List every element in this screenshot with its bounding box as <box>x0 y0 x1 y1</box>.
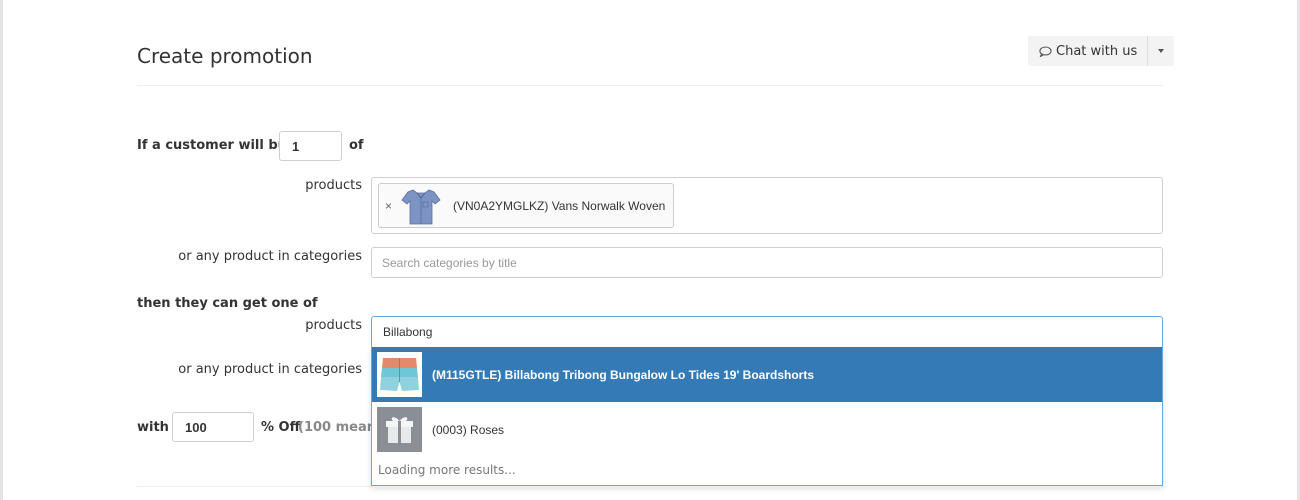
chip-remove-button[interactable]: × <box>385 199 395 213</box>
buy-products-label: products <box>305 178 362 193</box>
gift-icon <box>377 407 422 452</box>
buy-lead-label: If a customer will buy <box>137 138 296 153</box>
result-option-boardshorts[interactable]: (M115GTLE) Billabong Tribong Bungalow Lo… <box>372 347 1162 402</box>
get-categories-label: or any product in categories <box>178 362 362 377</box>
buy-products-select[interactable]: × (VN0A2YMGLKZ) Vans Norwalk Woven <box>371 177 1163 234</box>
selected-product-label: (VN0A2YMGLKZ) Vans Norwalk Woven <box>453 198 666 213</box>
of-label: of <box>349 138 364 153</box>
boardshorts-thumbnail-icon <box>377 352 422 397</box>
window-left-border <box>0 0 3 500</box>
speech-bubble-icon <box>1039 45 1052 57</box>
loading-more-results: Loading more results... <box>378 463 516 477</box>
result-option-label: (M115GTLE) Billabong Tribong Bungalow Lo… <box>432 367 814 382</box>
get-products-search-input[interactable] <box>371 316 1163 347</box>
buy-categories-search-input[interactable] <box>371 247 1163 278</box>
chat-with-us-button[interactable]: Chat with us <box>1028 36 1149 66</box>
percent-off-label: % Off <box>261 420 301 435</box>
selected-product-chip: × (VN0A2YMGLKZ) Vans Norwalk Woven <box>378 183 674 228</box>
page-title: Create promotion <box>137 44 313 68</box>
chat-dropdown-toggle[interactable] <box>1148 36 1174 66</box>
product-results-dropdown: (M115GTLE) Billabong Tribong Bungalow Lo… <box>371 347 1163 486</box>
buy-categories-label: or any product in categories <box>178 249 362 264</box>
chat-button-label: Chat with us <box>1056 43 1138 59</box>
header-divider <box>137 85 1163 86</box>
caret-down-icon <box>1158 49 1165 53</box>
result-option-label: (0003) Roses <box>432 422 505 437</box>
with-label: with <box>137 420 169 435</box>
footer-divider <box>137 486 1163 487</box>
chat-button-group: Chat with us <box>1028 36 1175 66</box>
discount-percent-input[interactable] <box>172 412 254 442</box>
get-products-label: products <box>305 318 362 333</box>
shirt-thumbnail-icon <box>401 189 441 224</box>
get-lead-label: then they can get one of <box>137 296 318 311</box>
buy-quantity-input[interactable] <box>279 131 342 161</box>
result-option-roses[interactable]: (0003) Roses <box>372 402 1162 457</box>
